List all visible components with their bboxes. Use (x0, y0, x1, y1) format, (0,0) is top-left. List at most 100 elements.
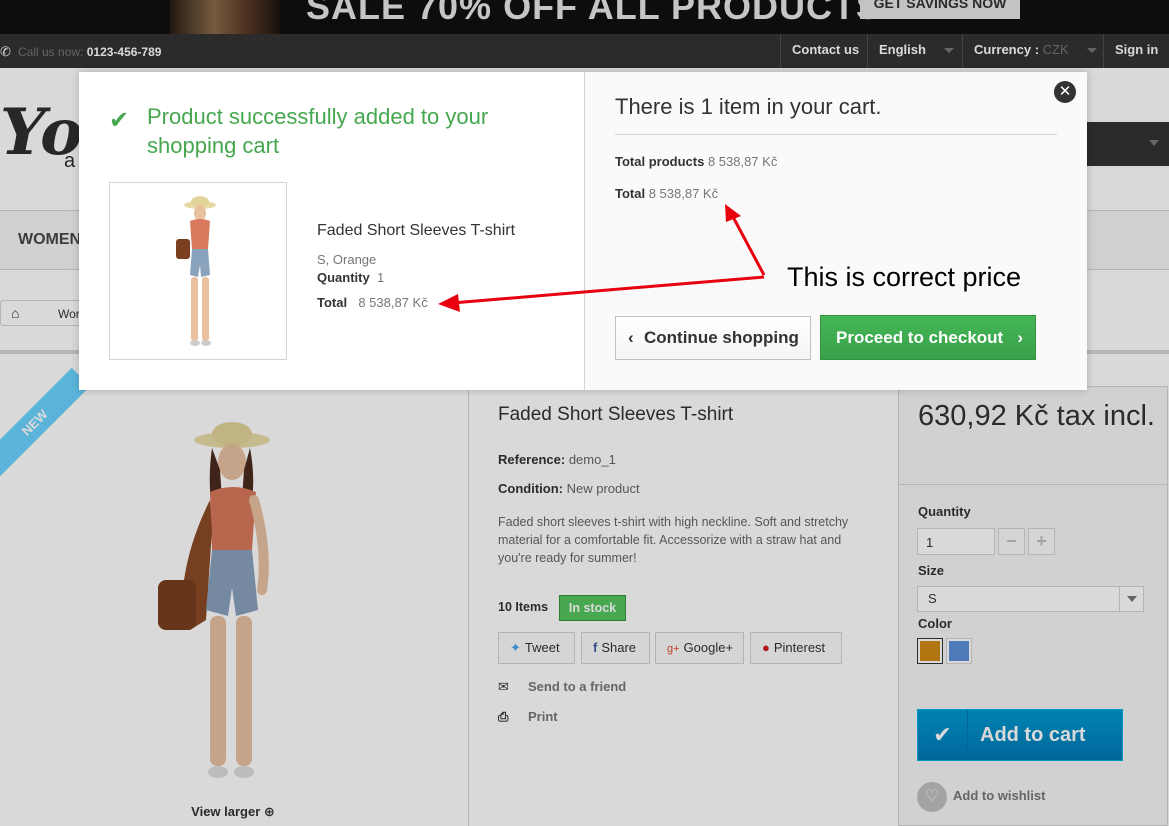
chevron-down-icon (1086, 48, 1097, 54)
get-savings-button[interactable]: GET SAVINGS NOW (860, 0, 1020, 19)
size-value: S (928, 591, 937, 606)
tweet-button[interactable]: ✦ Tweet (498, 632, 575, 664)
chevron-left-icon: ‹ (628, 328, 634, 347)
cart-block[interactable] (1087, 122, 1169, 166)
product-thumbnail-image (176, 196, 216, 346)
size-select[interactable]: S (917, 586, 1144, 612)
pinterest-label: Pinterest (773, 640, 826, 655)
reference-value: demo_1 (568, 452, 616, 467)
quantity-input[interactable]: 1 (917, 528, 995, 555)
menu-item-women[interactable]: WOMEN (18, 231, 81, 249)
modal-line-total: Total 8 538,87 Kč (317, 295, 428, 310)
modal-total-value: 8 538,87 Kč (358, 295, 428, 310)
printer-icon: ⎙ (498, 709, 509, 724)
proceed-to-checkout-label: Proceed to checkout (836, 328, 1004, 347)
modal-quantity-label: Quantity (317, 270, 370, 285)
add-to-wishlist-label: Add to wishlist (953, 788, 1046, 803)
color-swatch-blue[interactable] (946, 638, 972, 664)
chevron-down-icon (1119, 587, 1143, 611)
modal-quantity: Quantity 1 (317, 270, 384, 285)
google-plus-button[interactable]: g+ Google+ (655, 632, 744, 664)
top-nav: ✆ Call us now: 0123-456-789 Contact us En… (0, 34, 1169, 68)
product-price: 630,92 Kč tax incl. (918, 400, 1155, 432)
cart-modal: ✔ Product successfully added to your sho… (79, 72, 1087, 390)
view-larger-button[interactable]: View larger ⊕ (165, 792, 301, 826)
modal-product-name: Faded Short Sleeves T-shirt (317, 222, 516, 239)
modal-product-attributes: S, Orange (317, 252, 377, 267)
chevron-right-icon: › (1017, 328, 1023, 347)
divider (615, 134, 1057, 135)
phone-info: ✆ Call us now: 0123-456-789 (0, 44, 161, 60)
product-title: Faded Short Sleeves T-shirt (498, 404, 734, 425)
promo-banner[interactable]: SALE 70% OFF ALL PRODUCTS GET SAVINGS NO… (0, 0, 1169, 34)
quantity-plus-button[interactable]: + (1028, 528, 1055, 555)
modal-product-panel: ✔ Product successfully added to your sho… (79, 72, 584, 390)
continue-shopping-button[interactable]: ‹ Continue shopping (615, 316, 811, 360)
heart-icon: ♡ (917, 781, 947, 812)
currency-selector[interactable]: Currency : CZK (962, 34, 1103, 68)
modal-quantity-value: 1 (376, 270, 385, 285)
language-label: English (879, 42, 926, 57)
add-to-wishlist-link[interactable]: ♡ Add to wishlist (917, 781, 1045, 812)
total-products-label: Total products (615, 154, 705, 169)
google-plus-label: Google+ (683, 640, 734, 655)
color-label: Color (918, 616, 952, 631)
banner-model-image (170, 0, 280, 34)
cart-total-label: Total (615, 186, 646, 201)
product-image[interactable] (150, 420, 300, 810)
pinterest-button[interactable]: ● Pinterest (750, 632, 842, 664)
stock-badge: In stock (559, 595, 626, 621)
items-count: 10 Items (498, 600, 549, 614)
tweet-label: Tweet (524, 640, 560, 655)
send-to-friend-label: Send to a friend (528, 679, 627, 694)
send-to-friend-link[interactable]: ✉ Send to a friend (498, 679, 626, 695)
google-plus-icon: g+ (667, 643, 680, 655)
quantity-minus-button[interactable]: − (998, 528, 1025, 555)
sign-in-link[interactable]: Sign in (1103, 34, 1169, 68)
phone-number: 0123-456-789 (86, 45, 162, 59)
view-larger-label: View larger (191, 804, 261, 819)
breadcrumb-item[interactable]: Wor (58, 307, 80, 321)
home-icon[interactable]: ⌂ (11, 305, 19, 321)
language-selector[interactable]: English (867, 34, 962, 68)
success-message: Product successfully added to your shopp… (147, 104, 489, 158)
cart-summary-title: There is 1 item in your cart. (615, 94, 882, 119)
zoom-icon: ⊕ (263, 804, 275, 819)
condition-value: New product (566, 481, 640, 496)
chevron-down-icon (943, 48, 954, 54)
annotation-text: This is correct price (787, 262, 1022, 292)
print-link[interactable]: ⎙ Print (498, 709, 558, 725)
product-description: Faded short sleeves t-shirt with high ne… (498, 515, 849, 565)
pinterest-icon: ● (762, 640, 770, 655)
logo-subtext: a (64, 150, 76, 172)
banner-text: SALE 70% OFF ALL PRODUCTS (306, 0, 882, 27)
modal-total-label: Total (317, 295, 348, 310)
product-condition: Condition: New product (498, 481, 640, 496)
cart-total-value: 8 538,87 Kč (648, 186, 719, 201)
cart-total: Total 8 538,87 Kč (615, 186, 718, 201)
checkmark-icon: ✔ (109, 107, 130, 134)
call-label: Call us now: (18, 45, 84, 59)
sign-in-label: Sign in (1115, 42, 1159, 57)
modal-cart-panel: There is 1 item in your cart. Total prod… (584, 72, 1087, 390)
envelope-icon: ✉ (498, 679, 509, 694)
facebook-share-button[interactable]: f Share (581, 632, 650, 664)
product-reference: Reference: demo_1 (498, 452, 616, 467)
add-to-cart-button[interactable]: ✔ Add to cart (917, 709, 1123, 761)
twitter-icon: ✦ (510, 640, 521, 655)
size-label: Size (918, 563, 945, 578)
facebook-icon: f (593, 640, 598, 655)
quantity-label: Quantity (918, 504, 971, 519)
print-label: Print (528, 709, 558, 724)
close-icon[interactable]: ✕ (1054, 81, 1076, 103)
phone-icon: ✆ (0, 44, 11, 59)
share-label: Share (601, 640, 637, 655)
proceed-to-checkout-button[interactable]: Proceed to checkout › (820, 315, 1036, 360)
continue-shopping-label: Continue shopping (644, 328, 799, 347)
color-swatch-orange[interactable] (917, 638, 943, 664)
contact-us-link[interactable]: Contact us (780, 34, 859, 68)
divider (898, 484, 1168, 485)
reference-label: Reference: (498, 452, 566, 467)
total-products-value: 8 538,87 Kč (707, 154, 778, 169)
add-to-cart-label: Add to cart (980, 724, 1086, 746)
